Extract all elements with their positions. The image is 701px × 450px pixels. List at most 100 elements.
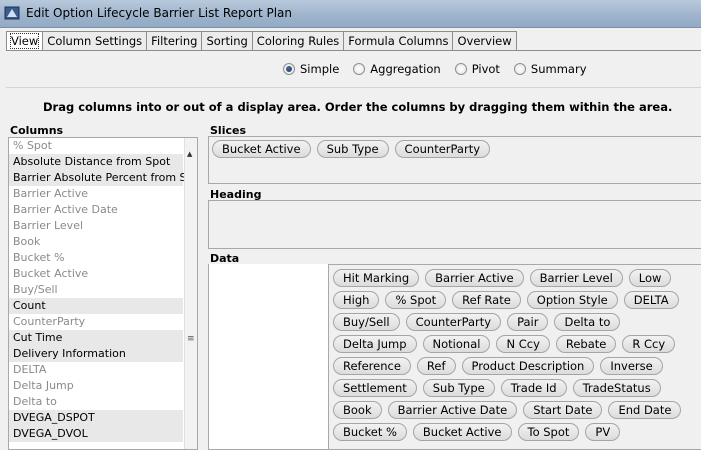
column-item[interactable]: % Spot (9, 138, 183, 154)
column-item[interactable]: Delivery Information (9, 346, 183, 362)
column-chip[interactable]: Trade Id (500, 379, 567, 397)
column-item[interactable]: Bucket Active (9, 266, 183, 282)
tab-label: Sorting (206, 34, 248, 48)
column-chip[interactable]: Barrier Active (425, 269, 524, 287)
tab-overview[interactable]: Overview (452, 31, 517, 51)
column-chip[interactable]: Rebate (555, 335, 617, 353)
column-item[interactable]: Book (9, 234, 183, 250)
column-item[interactable]: Delta Jump (9, 378, 183, 394)
radio-circle-icon[interactable] (353, 63, 366, 75)
column-chip[interactable]: Book (333, 401, 382, 419)
tab-view[interactable]: View (6, 31, 43, 51)
window-title: Edit Option Lifecycle Barrier List Repor… (26, 6, 292, 20)
column-chip[interactable]: Bucket Active (412, 423, 512, 441)
column-chip[interactable]: Ref (416, 357, 456, 375)
view-mode-radio-group: Simple Aggregation Pivot Summary (283, 62, 601, 76)
title-bar: Edit Option Lifecycle Barrier List Repor… (0, 0, 701, 28)
column-chip[interactable]: Buy/Sell (333, 313, 400, 331)
column-item[interactable]: Count (9, 298, 183, 314)
tab-label: Overview (457, 34, 512, 48)
column-chip[interactable]: % Spot (385, 291, 447, 309)
column-chip[interactable]: Ref Rate (452, 291, 521, 309)
column-chip[interactable]: N Ccy (496, 335, 550, 353)
radio-aggregation[interactable]: Aggregation (353, 62, 441, 76)
column-chip[interactable]: High (333, 291, 380, 309)
column-chip[interactable]: Settlement (333, 379, 417, 397)
column-chip[interactable]: Reference (333, 357, 411, 375)
slices-area[interactable]: Bucket Active Sub Type CounterParty (208, 136, 701, 184)
radio-label: Simple (300, 62, 340, 76)
column-item[interactable]: Cut Time (9, 330, 183, 346)
column-item[interactable]: Barrier Level (9, 218, 183, 234)
column-item[interactable]: Barrier Active (9, 186, 183, 202)
tab-coloring-rules[interactable]: Coloring Rules (251, 31, 344, 51)
radio-circle-icon[interactable] (454, 63, 467, 75)
columns-header: Columns (10, 124, 64, 137)
column-item[interactable]: DVEGA_DSPOT (9, 410, 183, 426)
column-item[interactable]: Delta to (9, 394, 183, 410)
tab-sorting[interactable]: Sorting (201, 31, 252, 51)
column-chip[interactable]: Start Date (523, 401, 603, 419)
tab-label: Formula Columns (348, 34, 449, 48)
column-chip[interactable]: Delta to (554, 313, 621, 331)
column-chip[interactable]: TradeStatus (572, 379, 661, 397)
data-chip-list: Hit Marking Barrier Active Barrier Level Lo… (333, 269, 701, 445)
column-chip[interactable]: Bucket % (333, 423, 407, 441)
column-chip[interactable]: Low (628, 269, 672, 287)
radio-pivot[interactable]: Pivot (454, 62, 500, 76)
column-chip[interactable]: Barrier Active Date (387, 401, 518, 419)
columns-scrollbar[interactable]: ▲ ≡ (184, 138, 197, 449)
radio-simple[interactable]: Simple (283, 62, 339, 76)
column-chip[interactable]: Barrier Level (529, 269, 623, 287)
column-item[interactable]: CounterParty (9, 314, 183, 330)
scroll-grip-icon[interactable]: ≡ (187, 334, 195, 344)
tab-strip: View Column Settings Filtering Sorting Color… (6, 31, 517, 51)
slices-chip-list: Bucket Active Sub Type CounterParty (212, 140, 692, 162)
radio-label: Aggregation (370, 62, 441, 76)
scroll-up-arrow-icon[interactable]: ▲ (187, 150, 192, 158)
section-divider (6, 87, 701, 88)
column-chip[interactable]: Option Style (526, 291, 618, 309)
radio-circle-icon[interactable] (283, 63, 295, 75)
column-item[interactable]: Absolute Distance from Spot (9, 154, 183, 170)
column-chip[interactable]: CounterParty (405, 313, 502, 331)
data-row-header-area[interactable] (208, 264, 329, 450)
radio-summary[interactable]: Summary (513, 62, 587, 76)
column-chip[interactable]: Sub Type (422, 379, 495, 397)
column-chip[interactable]: Delta Jump (333, 335, 417, 353)
column-item[interactable]: DELTA (9, 362, 183, 378)
column-chip[interactable]: Sub Type (316, 140, 389, 158)
tab-label: Column Settings (47, 34, 143, 48)
column-chip[interactable]: To Spot (517, 423, 580, 441)
tab-column-settings[interactable]: Column Settings (42, 31, 147, 51)
column-item[interactable]: Bucket % (9, 250, 183, 266)
column-item[interactable]: Barrier Active Date (9, 202, 183, 218)
tab-formula-columns[interactable]: Formula Columns (343, 31, 453, 51)
heading-area[interactable] (208, 200, 701, 249)
column-chip[interactable]: CounterParty (394, 140, 491, 158)
columns-list[interactable]: % Spot Absolute Distance from Spot Barrier… (8, 137, 198, 450)
column-item[interactable]: Buy/Sell (9, 282, 183, 298)
tab-divider (6, 50, 701, 51)
radio-circle-icon[interactable] (513, 63, 526, 75)
column-chip[interactable]: End Date (608, 401, 682, 419)
tab-filtering[interactable]: Filtering (146, 31, 202, 51)
column-chip[interactable]: R Ccy (622, 335, 676, 353)
column-chip[interactable]: Notional (422, 335, 491, 353)
window-app-icon (4, 6, 20, 20)
column-chip[interactable]: Bucket Active (212, 140, 311, 158)
tab-label: View (9, 33, 40, 49)
column-chip[interactable]: Hit Marking (333, 269, 420, 287)
column-chip[interactable]: DELTA (623, 291, 679, 309)
column-item[interactable]: Barrier Absolute Percent from Spot (9, 170, 197, 186)
radio-label: Pivot (471, 62, 500, 76)
column-item[interactable]: DVEGA_DVOL (9, 426, 183, 442)
column-chip[interactable]: Inverse (600, 357, 663, 375)
column-chip[interactable]: Product Description (461, 357, 595, 375)
instructions-text: Drag columns into or out of a display ar… (43, 100, 673, 114)
tab-label: Coloring Rules (256, 34, 340, 48)
column-chip[interactable]: PV (585, 423, 621, 441)
column-chip[interactable]: Pair (507, 313, 549, 331)
tab-label: Filtering (151, 34, 198, 48)
radio-label: Summary (530, 62, 587, 76)
